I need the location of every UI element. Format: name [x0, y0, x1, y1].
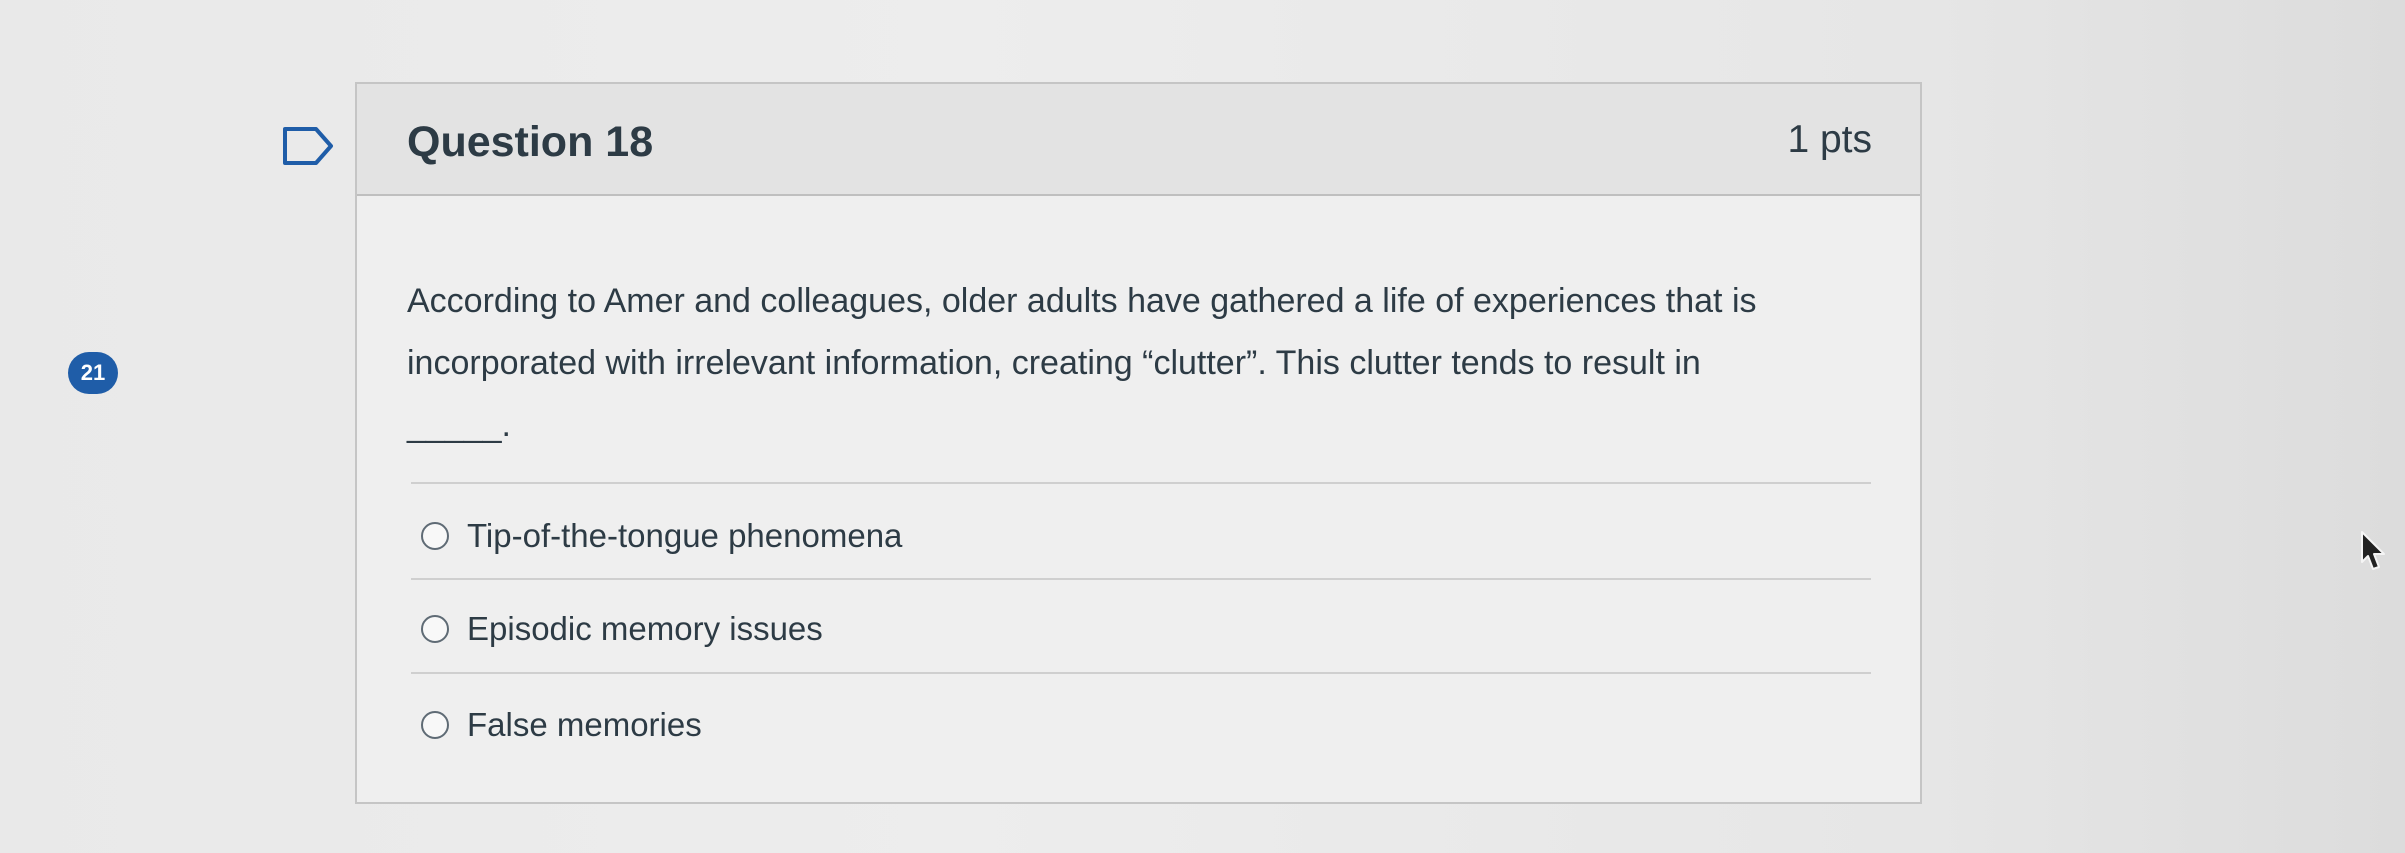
question-text-line: According to Amer and colleagues, older …	[407, 282, 1757, 320]
answer-label[interactable]: False memories	[467, 706, 702, 744]
radio-button[interactable]	[421, 615, 449, 643]
question-text-line: _____.	[407, 406, 511, 444]
question-title: Question 18	[407, 118, 654, 166]
answer-option[interactable]: Episodic memory issues	[421, 610, 823, 648]
answer-label[interactable]: Episodic memory issues	[467, 610, 823, 648]
question-card: Question 18 1 pts According to Amer and …	[355, 82, 1922, 804]
answer-separator	[411, 482, 1871, 484]
question-text-line: incorporated with irrelevant information…	[407, 344, 1701, 382]
answer-separator	[411, 578, 1871, 580]
radio-button[interactable]	[421, 711, 449, 739]
question-header: Question 18 1 pts	[357, 84, 1920, 196]
question-text: According to Amer and colleagues, older …	[407, 270, 1867, 456]
question-number-badge[interactable]: 21	[68, 352, 118, 394]
answer-option[interactable]: False memories	[421, 706, 702, 744]
radio-button[interactable]	[421, 522, 449, 550]
answer-option[interactable]: Tip-of-the-tongue phenomena	[421, 517, 902, 555]
question-points: 1 pts	[1787, 118, 1872, 161]
answer-separator	[411, 672, 1871, 674]
mouse-cursor-icon	[2358, 529, 2388, 571]
answer-label[interactable]: Tip-of-the-tongue phenomena	[467, 517, 902, 555]
flag-icon[interactable]	[282, 126, 334, 166]
